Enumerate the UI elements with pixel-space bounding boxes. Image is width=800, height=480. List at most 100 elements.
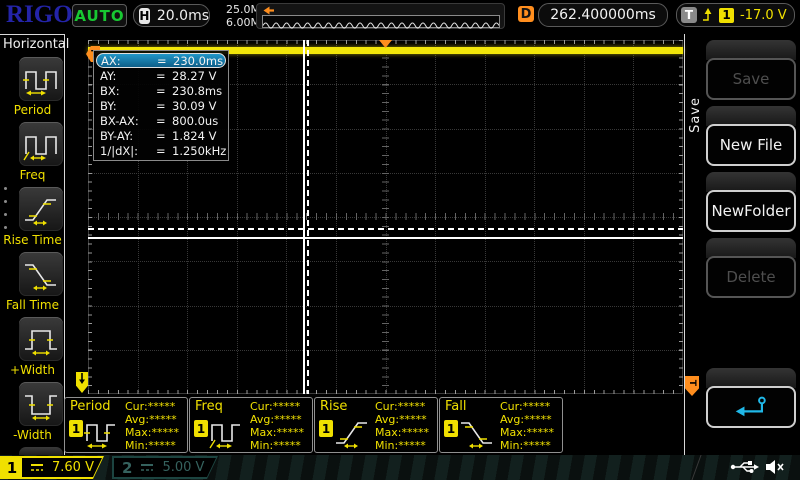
channel-badge: 1 xyxy=(69,420,83,437)
freq-icon xyxy=(209,417,245,451)
delay-indicator: 262.400000ms xyxy=(538,3,668,27)
delete-button[interactable]: Delete xyxy=(706,256,796,298)
timebase-value: 20.0ms xyxy=(157,8,209,24)
measurement-panel-fall[interactable]: Fall 1 Cur:***** Avg:***** Max:***** Min… xyxy=(439,397,563,453)
cursor-b-horizontal[interactable] xyxy=(88,228,683,230)
menu-page-dot xyxy=(4,187,7,190)
channel2-tab[interactable]: 2 5.00 V xyxy=(112,456,218,479)
down-arrow-icon xyxy=(78,372,86,386)
channel2-scale: 5.00 V xyxy=(162,460,204,475)
softkey-cap xyxy=(706,238,796,258)
cursor-row-value: 30.09 V xyxy=(172,99,216,113)
cursor-row-value: 1.250kHz xyxy=(172,144,226,158)
menu-item-minus-width-label: -Width xyxy=(0,428,65,442)
rise-time-icon xyxy=(23,192,59,226)
equals-sign: = xyxy=(156,84,172,98)
cursor-measurement-panel: AX:=230.0ms AY:=28.27 V BX:=230.8ms BY:=… xyxy=(93,50,229,161)
minus-width-icon xyxy=(23,387,59,421)
cursor-row-label: BX-AX: xyxy=(100,114,156,128)
save-button[interactable]: Save xyxy=(706,58,796,100)
trigger-t-icon: T xyxy=(681,7,697,23)
cursor-row-inv-dx: 1/|dX|:=1.250kHz xyxy=(94,143,228,158)
period-icon xyxy=(23,62,59,96)
menu-item-rise-time[interactable] xyxy=(19,187,63,231)
cursor-row-value: 230.0ms xyxy=(173,54,223,68)
trigger-indicator: T 1 -17.0 V xyxy=(676,3,795,27)
measurement-panel-rise[interactable]: Rise 1 Cur:***** Avg:***** Max:***** Min… xyxy=(314,397,438,453)
channel-badge: 1 xyxy=(444,420,458,437)
equals-sign: = xyxy=(156,114,172,128)
channel1-scale: 7.60 V xyxy=(52,460,94,475)
channel-badge: 1 xyxy=(194,420,208,437)
measurement-stats: Cur:***** Avg:***** Max:***** Min:***** xyxy=(125,400,179,452)
dc-coupling-icon xyxy=(140,462,154,473)
channel1-position-marker[interactable] xyxy=(76,372,88,393)
measurement-panel-freq[interactable]: Freq 1 Cur:***** Avg:***** Max:***** Min… xyxy=(189,397,313,453)
measurement-stats: Cur:***** Avg:***** Max:***** Min:***** xyxy=(375,400,429,452)
cursor-row-value: 230.8ms xyxy=(172,84,222,98)
grid-center-ticks-v xyxy=(382,40,389,394)
channel1-tab[interactable]: 1 7.60 V xyxy=(0,456,104,479)
trigger-source-badge: 1 xyxy=(719,8,734,23)
delay-d-icon: D xyxy=(518,6,534,22)
cursor-row-label: BY: xyxy=(100,99,156,113)
measurement-name: Rise xyxy=(320,399,347,414)
menu-item-period-label: Period xyxy=(0,103,65,117)
menu-item-freq-label: Freq xyxy=(0,168,65,182)
trigger-level-value: -17.0 V xyxy=(740,8,787,23)
menu-item-partial xyxy=(19,447,63,455)
new-file-button[interactable]: New File xyxy=(706,124,796,166)
speaker-muted-icon xyxy=(764,458,786,476)
menu-item-fall-time-label: Fall Time xyxy=(0,298,65,312)
menu-item-fall-time[interactable] xyxy=(19,252,63,296)
menu-item-freq[interactable] xyxy=(19,122,63,166)
cursor-row-value: 28.27 V xyxy=(172,69,216,83)
equals-sign: = xyxy=(156,144,172,158)
right-menu-tab-label: Save xyxy=(688,97,703,133)
grid-edge-ticks-bottom xyxy=(88,390,683,394)
oscilloscope-screen: RIGOL AUTO H 20.0ms 25.0MSa/s 6.00M pts … xyxy=(0,0,800,480)
channel1-badge: 1 xyxy=(2,458,22,477)
fall-time-icon xyxy=(459,417,495,451)
graticule: T T AX:=230.0ms AY:=28.27 V BX:=230.8ms xyxy=(88,40,683,394)
measurement-stats: Cur:***** Avg:***** Max:***** Min:***** xyxy=(500,400,554,452)
new-folder-button[interactable]: NewFolder xyxy=(706,190,796,232)
cursor-row-value: 800.0us xyxy=(172,114,218,128)
cursor-a-horizontal[interactable] xyxy=(88,237,683,239)
menu-page-dot xyxy=(4,213,7,216)
cursor-row-label: AX: xyxy=(101,54,157,68)
softkey-cap xyxy=(706,172,796,192)
cursor-a-vertical[interactable] xyxy=(303,40,305,394)
cursor-row-ay: AY:=28.27 V xyxy=(94,68,228,83)
measurement-panel-period[interactable]: Period 1 Cur:***** Avg:***** Max:***** M… xyxy=(64,397,188,453)
memory-waveform-bar xyxy=(256,3,505,29)
cursor-row-bx: BX:=230.8ms xyxy=(94,83,228,98)
trigger-position-arrow-icon xyxy=(263,6,275,15)
grid-edge-ticks-left xyxy=(88,40,92,394)
fall-time-icon xyxy=(23,257,59,291)
cursor-row-by-ay: BY-AY:=1.824 V xyxy=(94,128,228,143)
menu-item-rise-time-label: Rise Time xyxy=(0,233,65,247)
delay-value: 262.400000ms xyxy=(550,7,656,23)
run-status-badge: AUTO xyxy=(72,4,127,27)
channel-status-bar: 1 7.60 V 2 5.00 V xyxy=(0,455,800,480)
softkey-cap xyxy=(706,106,796,126)
timebase-h-icon: H xyxy=(139,8,150,24)
equals-sign: = xyxy=(156,69,172,83)
menu-item-minus-width[interactable] xyxy=(19,382,63,426)
enter-button[interactable] xyxy=(706,386,796,428)
menu-item-plus-width[interactable] xyxy=(19,317,63,361)
cursor-row-by: BY:=30.09 V xyxy=(94,98,228,113)
measurement-stats: Cur:***** Avg:***** Max:***** Min:***** xyxy=(250,400,304,452)
equals-sign: = xyxy=(156,99,172,113)
timebase-indicator: H 20.0ms xyxy=(133,4,210,27)
cursor-row-label: BY-AY: xyxy=(100,129,156,143)
channel2-badge: 2 xyxy=(122,459,132,477)
trigger-level-marker[interactable]: T xyxy=(685,376,699,396)
dc-coupling-icon xyxy=(30,462,44,473)
period-icon xyxy=(84,417,120,451)
menu-item-period[interactable] xyxy=(19,57,63,101)
cursor-row-label: BX: xyxy=(100,84,156,98)
cursor-b-vertical[interactable] xyxy=(307,40,309,394)
measurement-name: Freq xyxy=(195,399,223,414)
